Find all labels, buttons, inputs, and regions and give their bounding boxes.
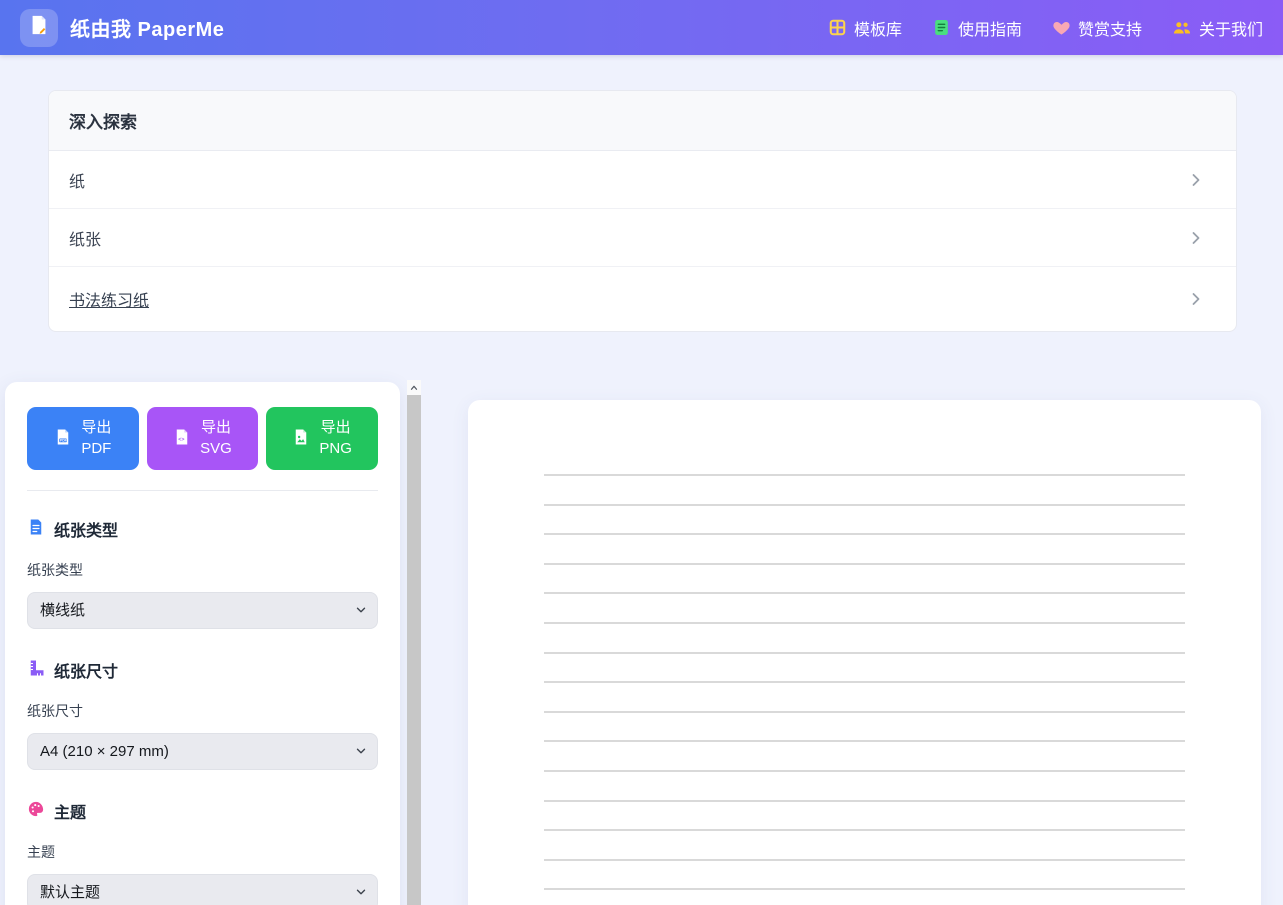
ruled-line xyxy=(544,888,1185,890)
ruled-line xyxy=(544,504,1185,506)
export-label-top: 导出 xyxy=(201,418,231,438)
explore-item-label: 纸张 xyxy=(69,226,101,250)
ruled-line xyxy=(544,740,1185,742)
ruled-line xyxy=(544,829,1185,831)
svg-text:<>: <> xyxy=(178,437,184,443)
scrollbar-up-arrow-icon[interactable] xyxy=(407,380,421,395)
theme-field-label: 主题 xyxy=(27,842,378,862)
explore-item-label: 纸 xyxy=(69,168,85,192)
paper-type-field-label: 纸张类型 xyxy=(27,560,378,580)
export-png-button[interactable]: 导出 PNG xyxy=(266,407,378,470)
paper-logo-icon xyxy=(28,14,50,41)
settings-panel: PDF 导出 PDF <> 导出 SVG xyxy=(5,382,400,905)
svg-text:PDF: PDF xyxy=(60,439,67,443)
section-title-label: 纸张尺寸 xyxy=(54,658,118,682)
theme-select[interactable]: 默认主题 xyxy=(27,874,378,905)
chevron-right-icon xyxy=(1186,289,1206,309)
explore-card: 深入探索 纸 纸张 书法练习纸 xyxy=(48,90,1237,332)
nav-item-about[interactable]: 关于我们 xyxy=(1172,16,1263,40)
export-label-top: 导出 xyxy=(321,418,351,438)
book-icon xyxy=(932,18,951,37)
file-png-icon xyxy=(292,428,310,449)
paper-size-field-label: 纸张尺寸 xyxy=(27,701,378,721)
nav-label: 赞赏支持 xyxy=(1078,16,1142,40)
export-button-row: PDF 导出 PDF <> 导出 SVG xyxy=(27,407,378,470)
nav-item-templates[interactable]: 模板库 xyxy=(828,16,902,40)
ruler-icon xyxy=(27,659,45,682)
explore-item-calligraphy[interactable]: 书法练习纸 xyxy=(49,267,1236,331)
chevron-right-icon xyxy=(1186,228,1206,248)
paper-type-icon xyxy=(27,518,45,541)
ruled-line xyxy=(544,711,1185,713)
export-label-format: PNG xyxy=(319,439,352,459)
scrollbar-thumb[interactable] xyxy=(407,395,421,905)
users-icon xyxy=(1172,18,1192,37)
app-logo xyxy=(20,9,58,47)
paper-type-select[interactable]: 横线纸 xyxy=(27,592,378,629)
nav-label: 关于我们 xyxy=(1199,16,1263,40)
panel-scrollbar[interactable] xyxy=(407,380,421,905)
heart-icon xyxy=(1052,18,1071,37)
divider xyxy=(27,490,378,491)
paper-size-select[interactable]: A4 (210 × 297 mm) xyxy=(27,733,378,770)
ruled-line xyxy=(544,592,1185,594)
ruled-line xyxy=(544,681,1185,683)
export-label-top: 导出 xyxy=(81,418,111,438)
nav-item-guide[interactable]: 使用指南 xyxy=(932,16,1022,40)
paper-lines xyxy=(544,474,1185,890)
ruled-line xyxy=(544,563,1185,565)
file-svg-icon: <> xyxy=(173,428,191,449)
ruled-line xyxy=(544,800,1185,802)
app-header: 纸由我 PaperMe 模板库 使用指南 xyxy=(0,0,1283,55)
chevron-right-icon xyxy=(1186,170,1206,190)
section-title-label: 纸张类型 xyxy=(54,517,118,541)
nav-item-support[interactable]: 赞赏支持 xyxy=(1052,16,1142,40)
ruled-line xyxy=(544,770,1185,772)
nav-label: 使用指南 xyxy=(958,16,1022,40)
file-pdf-icon: PDF xyxy=(54,428,72,449)
ruled-line xyxy=(544,652,1185,654)
export-label-format: SVG xyxy=(200,439,232,459)
export-pdf-button[interactable]: PDF 导出 PDF xyxy=(27,407,139,470)
export-svg-button[interactable]: <> 导出 SVG xyxy=(147,407,259,470)
ruled-line xyxy=(544,622,1185,624)
paper-preview-card xyxy=(468,400,1261,905)
section-paper-type: 纸张类型 xyxy=(27,517,378,541)
nav-label: 模板库 xyxy=(854,16,902,40)
ruled-line xyxy=(544,533,1185,535)
header-nav: 模板库 使用指南 赞赏支持 xyxy=(828,16,1263,40)
export-label-format: PDF xyxy=(81,439,111,459)
palette-icon xyxy=(27,800,45,823)
explore-card-title: 深入探索 xyxy=(49,91,1236,151)
explore-item-paper-sheet[interactable]: 纸张 xyxy=(49,209,1236,267)
section-title-label: 主题 xyxy=(54,799,86,823)
explore-item-label: 书法练习纸 xyxy=(69,287,149,311)
ruled-line xyxy=(544,859,1185,861)
app-title: 纸由我 PaperMe xyxy=(70,13,224,42)
explore-item-paper[interactable]: 纸 xyxy=(49,151,1236,209)
ruled-line xyxy=(544,474,1185,476)
grid-icon xyxy=(828,18,847,37)
section-paper-size: 纸张尺寸 xyxy=(27,658,378,682)
section-theme: 主题 xyxy=(27,799,378,823)
